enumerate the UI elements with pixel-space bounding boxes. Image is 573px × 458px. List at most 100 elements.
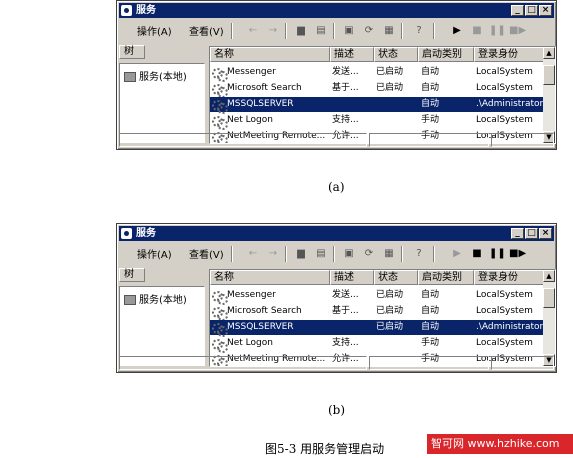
menu-action[interactable]: 操作(A)	[137, 246, 172, 261]
menu-view[interactable]: 查看(V)	[189, 23, 224, 38]
refresh-icon[interactable]: ⟳	[361, 246, 377, 262]
service-logon: LocalSystem	[476, 306, 533, 316]
table-row[interactable]: Messenger 发送... 已启动 自动 LocalSystem	[210, 288, 545, 305]
scroll-thumb[interactable]	[543, 288, 555, 308]
column-header-description[interactable]: 描述	[330, 270, 374, 285]
column-header-status[interactable]: 状态	[374, 270, 418, 285]
figure-caption: 图5-3 用服务管理启动	[265, 442, 385, 456]
status-pane	[491, 133, 554, 147]
tree-node-services-local[interactable]: 服务(本地)	[124, 68, 187, 83]
column-header-logon-as[interactable]: 登录身份	[474, 270, 546, 285]
restart-service-icon[interactable]: ■▶	[509, 23, 526, 39]
close-button[interactable]: ×	[539, 228, 552, 239]
minimize-button[interactable]: _	[511, 228, 524, 239]
column-header-startup-type[interactable]: 启动类别	[418, 47, 474, 62]
service-description: 支持...	[332, 338, 359, 348]
scroll-thumb[interactable]	[543, 65, 555, 85]
maximize-button[interactable]: □	[525, 5, 538, 16]
table-row-selected[interactable]: MSSQLSERVER 自动 .\Administrator	[210, 97, 545, 114]
table-row[interactable]: Net Logon 支持... 手动 LocalSystem	[210, 113, 545, 130]
back-arrow-icon[interactable]: ←	[245, 23, 261, 39]
help-icon[interactable]: ?	[411, 23, 427, 39]
menu-action[interactable]: 操作(A)	[137, 23, 172, 38]
restart-service-icon[interactable]: ■▶	[509, 246, 526, 262]
window-title: 服务	[136, 228, 156, 239]
column-header-startup-type[interactable]: 启动类别	[418, 270, 474, 285]
stop-service-icon[interactable]: ■	[469, 246, 485, 262]
table-row[interactable]: Net Logon 支持... 手动 LocalSystem	[210, 336, 545, 353]
show-tree-icon[interactable]: ▤	[313, 23, 329, 39]
service-name: Net Logon	[227, 115, 273, 125]
table-row[interactable]: Messenger 发送... 已启动 自动 LocalSystem	[210, 65, 545, 82]
maximize-button[interactable]: □	[525, 228, 538, 239]
title-bar[interactable]: 服务 _ □ ×	[119, 3, 554, 18]
table-row[interactable]: Microsoft Search 基于... 已启动 自动 LocalSyste…	[210, 304, 545, 321]
window-title: 服务	[136, 5, 156, 16]
table-row[interactable]: Microsoft Search 基于... 已启动 自动 LocalSyste…	[210, 81, 545, 98]
service-logon: LocalSystem	[476, 83, 533, 93]
export-list-icon[interactable]: ▦	[381, 246, 397, 262]
start-service-icon[interactable]: ▶	[449, 23, 465, 39]
tree-pane: 服务(本地)	[119, 63, 205, 143]
toolbar-separator	[231, 23, 233, 39]
column-header-name[interactable]: 名称	[210, 270, 330, 285]
folder-icon[interactable]: ▆	[293, 246, 309, 262]
status-pane	[369, 356, 489, 370]
service-startup-type: 手动	[421, 338, 440, 348]
export-list-icon[interactable]: ▦	[381, 23, 397, 39]
close-button[interactable]: ×	[539, 5, 552, 16]
menu-view[interactable]: 查看(V)	[189, 246, 224, 261]
minimize-button[interactable]: _	[511, 5, 524, 16]
toolbar-separator	[333, 246, 335, 262]
service-logon: LocalSystem	[476, 67, 533, 77]
vertical-scrollbar[interactable]: ▲ ▼	[543, 270, 555, 366]
column-header-logon-as[interactable]: 登录身份	[474, 47, 546, 62]
help-icon[interactable]: ?	[411, 246, 427, 262]
column-header-description[interactable]: 描述	[330, 47, 374, 62]
service-description: 发送...	[332, 67, 359, 77]
figure-label-a: (a)	[328, 180, 345, 194]
service-name: Microsoft Search	[227, 83, 302, 93]
service-status: 已启动	[376, 83, 404, 93]
forward-arrow-icon[interactable]: →	[265, 246, 281, 262]
table-row-selected[interactable]: MSSQLSERVER 已启动 自动 .\Administrator	[210, 320, 545, 337]
properties-icon[interactable]: ▣	[341, 23, 357, 39]
service-name: Messenger	[227, 67, 276, 77]
service-description: 支持...	[332, 115, 359, 125]
folder-icon[interactable]: ▆	[293, 23, 309, 39]
refresh-icon[interactable]: ⟳	[361, 23, 377, 39]
status-pane	[491, 356, 554, 370]
toolbar-separator	[433, 246, 435, 262]
tree-tab[interactable]: 树	[119, 268, 145, 282]
start-service-icon[interactable]: ▶	[449, 246, 465, 262]
service-description: 基于...	[332, 306, 359, 316]
service-icon	[212, 84, 228, 98]
forward-arrow-icon[interactable]: →	[265, 23, 281, 39]
column-header-status[interactable]: 状态	[374, 47, 418, 62]
tree-node-services-local[interactable]: 服务(本地)	[124, 291, 187, 306]
service-status: 已启动	[376, 67, 404, 77]
tree-node-label: 服务(本地)	[139, 295, 187, 306]
service-icon	[212, 116, 228, 130]
service-name: MSSQLSERVER	[227, 99, 294, 109]
properties-icon[interactable]: ▣	[341, 246, 357, 262]
service-status: 已启动	[376, 290, 404, 300]
pause-service-icon[interactable]: ❚❚	[489, 246, 506, 262]
title-bar[interactable]: 服务 _ □ ×	[119, 226, 554, 241]
service-icon	[212, 291, 228, 305]
status-bar	[119, 356, 554, 370]
scroll-up-button[interactable]: ▲	[543, 270, 555, 282]
tree-tab[interactable]: 树	[119, 45, 145, 59]
vertical-scrollbar[interactable]: ▲ ▼	[543, 47, 555, 143]
pause-service-icon[interactable]: ❚❚	[489, 23, 506, 39]
column-header-name[interactable]: 名称	[210, 47, 330, 62]
services-app-icon	[121, 228, 132, 239]
show-tree-icon[interactable]: ▤	[313, 246, 329, 262]
service-status: 已启动	[376, 322, 404, 332]
stop-service-icon[interactable]: ■	[469, 23, 485, 39]
status-pane	[119, 356, 367, 370]
toolbar-separator	[231, 246, 233, 262]
back-arrow-icon[interactable]: ←	[245, 246, 261, 262]
services-node-icon	[124, 72, 136, 82]
scroll-up-button[interactable]: ▲	[543, 47, 555, 59]
